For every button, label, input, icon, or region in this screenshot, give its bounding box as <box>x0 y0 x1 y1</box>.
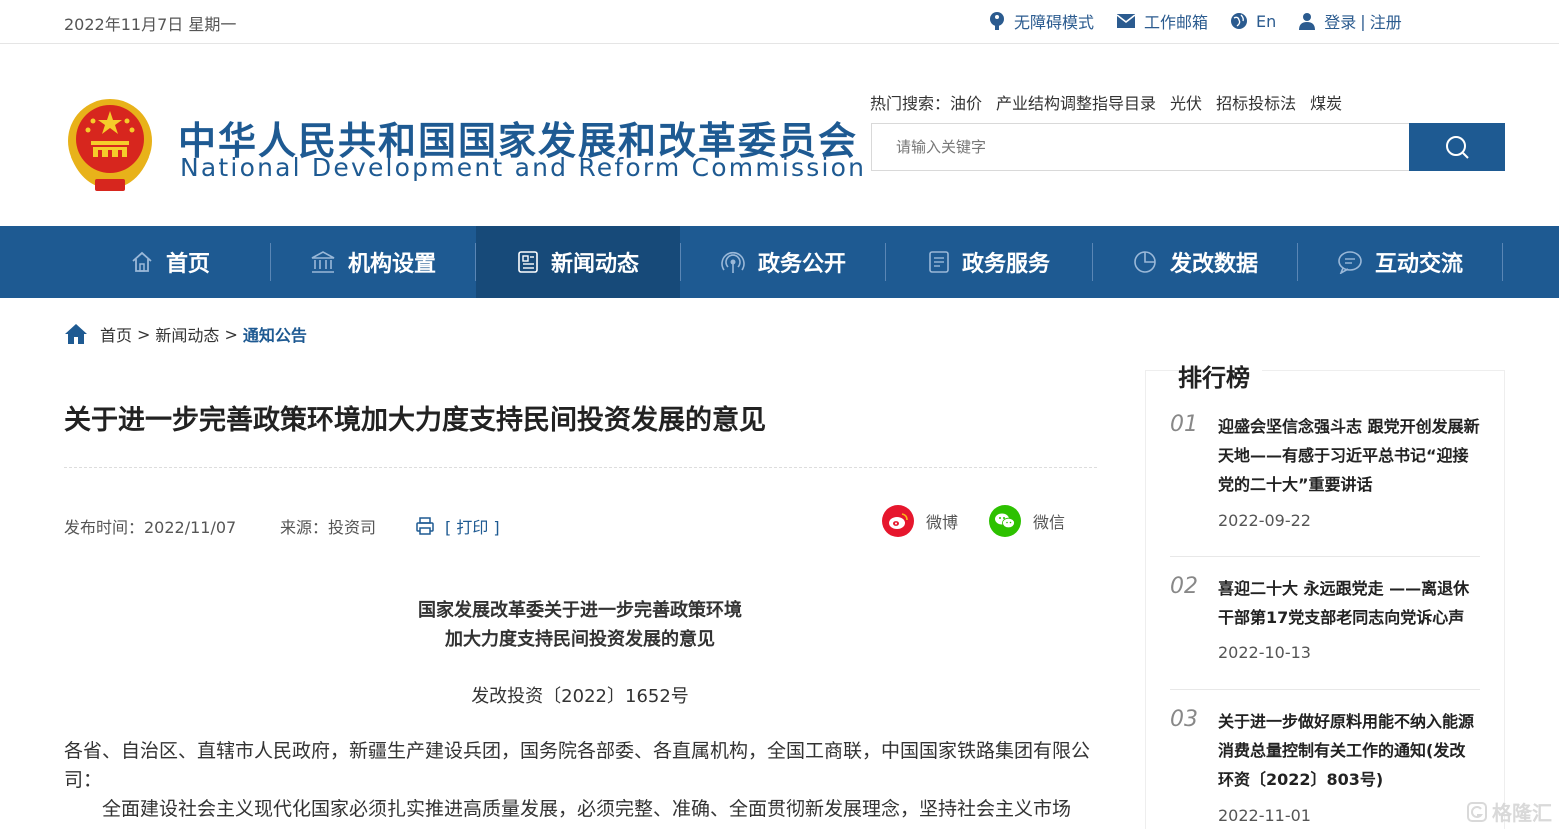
printer-icon <box>416 517 434 535</box>
globe-icon <box>1231 13 1248 29</box>
print-button[interactable]: [ 打印 ] <box>415 514 500 538</box>
nav-label: 互动交流 <box>1374 252 1463 277</box>
national-emblem-logo[interactable] <box>63 97 157 195</box>
search-input[interactable] <box>872 124 1411 170</box>
ranking-item-title[interactable]: 关于进一步做好原料用能不纳入能源消费总量控制有关工作的通知(发改环资〔2022〕… <box>1218 707 1480 794</box>
search-button[interactable] <box>1409 123 1505 171</box>
hot-search-label: 热门搜索： <box>870 94 951 113</box>
news-icon <box>518 251 538 273</box>
nav-item-news[interactable]: 新闻动态 <box>476 226 680 298</box>
watermark-logo-icon <box>1467 801 1487 822</box>
institution-icon <box>311 251 335 273</box>
nav-label: 政务服务 <box>961 252 1050 277</box>
share-wechat[interactable]: 微信 <box>989 505 1065 537</box>
ranking-number: 02 <box>1170 574 1198 599</box>
ranking-item[interactable]: 02 喜迎二十大 永远跟党走 ——离退休干部第17党支部老同志向党诉心声 202… <box>1170 574 1480 674</box>
breadcrumb-current[interactable]: 通知公告 <box>243 322 307 346</box>
nav-label: 政务公开 <box>757 252 846 277</box>
breadcrumb-home[interactable]: 首页 <box>100 322 132 346</box>
top-bar: 2022年11月7日 星期一 无障碍模式 工作邮箱 En 登录 | 注册 <box>0 0 1559 44</box>
home-icon[interactable] <box>64 323 88 345</box>
print-label: [ 打印 ] <box>445 518 500 537</box>
user-icon <box>1299 13 1316 30</box>
watermark: 格隆汇 <box>1466 797 1552 826</box>
nav-label: 机构设置 <box>347 252 436 277</box>
broadcast-icon <box>721 251 745 273</box>
hot-term[interactable]: 光伏 <box>1170 90 1202 114</box>
main-nav: 首页 机构设置 新闻动态 政务公开 政务服务 发改数据 互动交流 <box>0 226 1559 298</box>
register-link[interactable]: 注册 <box>1370 9 1402 33</box>
share-weibo[interactable]: 微博 <box>882 505 958 537</box>
nav-label: 首页 <box>165 252 210 277</box>
english-link[interactable]: En <box>1230 12 1276 31</box>
nav-item-interaction[interactable]: 互动交流 <box>1298 226 1502 298</box>
search-icon <box>1446 136 1469 159</box>
breadcrumb-news[interactable]: 新闻动态 <box>155 322 219 346</box>
publish-time: 发布时间：2022/11/07 <box>64 518 237 537</box>
nav-item-gov-services[interactable]: 政务服务 <box>886 226 1092 298</box>
ranking-item-date: 2022-10-13 <box>1218 643 1311 662</box>
document-heading-line1: 国家发展改革委关于进一步完善政策环境 <box>418 600 742 621</box>
login-separator: | <box>1360 11 1366 31</box>
english-label: En <box>1256 11 1277 31</box>
nav-item-ndrc-data[interactable]: 发改数据 <box>1093 226 1297 298</box>
article-title: 关于进一步完善政策环境加大力度支持民间投资发展的意见 <box>64 405 766 436</box>
login-register: 登录 | 注册 <box>1298 9 1402 33</box>
mail-icon <box>1116 14 1136 28</box>
pie-chart-icon <box>1134 251 1156 273</box>
document-paragraph: 全面建设社会主义现代化国家必须扎实推进高质量发展，必须完整、准确、全面贯彻新发展… <box>102 798 1072 820</box>
hot-term[interactable]: 产业结构调整指导目录 <box>996 90 1156 114</box>
divider <box>1170 556 1480 557</box>
top-links: 无障碍模式 工作邮箱 En 登录 | 注册 <box>988 9 1424 33</box>
accessibility-link[interactable]: 无障碍模式 <box>988 9 1094 33</box>
wechat-label: 微信 <box>1033 513 1066 532</box>
ranking-item-title[interactable]: 喜迎二十大 永远跟党走 ——离退休干部第17党支部老同志向党诉心声 <box>1218 574 1480 632</box>
divider <box>64 467 1097 468</box>
ranking-item[interactable]: 01 迎盛会坚信念强斗志 跟党开创发展新天地——有感于习近平总书记“迎接党的二十… <box>1170 412 1480 532</box>
ranking-title: 排行榜 <box>1178 358 1262 393</box>
hot-search: 热门搜索： 油价 产业结构调整指导目录 光伏 招标投标法 煤炭 <box>870 90 1356 114</box>
hot-term[interactable]: 油价 <box>950 90 982 114</box>
home-icon <box>132 251 152 272</box>
ranking-item-title[interactable]: 迎盛会坚信念强斗志 跟党开创发展新天地——有感于习近平总书记“迎接党的二十大”重… <box>1218 412 1480 499</box>
divider <box>1170 689 1480 690</box>
nav-divider <box>1502 243 1503 281</box>
ranking-item-date: 2022-11-01 <box>1218 806 1311 825</box>
watermark-text: 格隆汇 <box>1492 801 1552 825</box>
ranking-item[interactable]: 03 关于进一步做好原料用能不纳入能源消费总量控制有关工作的通知(发改环资〔20… <box>1170 707 1480 827</box>
nav-label: 新闻动态 <box>550 252 639 277</box>
document-icon <box>929 251 949 273</box>
source: 来源：投资司 <box>280 518 377 537</box>
breadcrumb-separator: > <box>137 324 151 344</box>
hot-term[interactable]: 煤炭 <box>1310 90 1342 114</box>
current-date: 2022年11月7日 星期一 <box>64 15 237 34</box>
document-number: 发改投资〔2022〕1652号 <box>471 686 689 707</box>
nav-item-institution[interactable]: 机构设置 <box>271 226 475 298</box>
wechat-icon <box>989 505 1021 537</box>
work-mail-link[interactable]: 工作邮箱 <box>1116 9 1208 33</box>
site-title-english: National Development and Reform Commissi… <box>180 153 867 182</box>
nav-item-gov-affairs[interactable]: 政务公开 <box>681 226 885 298</box>
hot-term[interactable]: 招标投标法 <box>1216 90 1296 114</box>
ranking-number: 03 <box>1170 707 1198 732</box>
nav-item-home[interactable]: 首页 <box>70 226 270 298</box>
work-mail-label: 工作邮箱 <box>1144 13 1209 32</box>
document-heading-line2: 加大力度支持民间投资发展的意见 <box>445 629 715 650</box>
login-link[interactable]: 登录 <box>1324 9 1356 33</box>
weibo-icon <box>882 505 914 537</box>
chat-icon <box>1338 251 1362 274</box>
accessibility-icon <box>990 12 1004 30</box>
breadcrumb-separator: > <box>224 324 238 344</box>
document-recipients: 各省、自治区、直辖市人民政府，新疆生产建设兵团，国务院各部委、各直属机构，全国工… <box>64 740 1091 791</box>
ranking-number: 01 <box>1170 412 1198 437</box>
ranking-item-date: 2022-09-22 <box>1218 511 1311 530</box>
nav-label: 发改数据 <box>1169 252 1258 277</box>
accessibility-label: 无障碍模式 <box>1014 13 1095 32</box>
breadcrumb: 首页 > 新闻动态 > 通知公告 <box>64 322 307 346</box>
search-box <box>871 123 1411 171</box>
weibo-label: 微博 <box>926 513 959 532</box>
